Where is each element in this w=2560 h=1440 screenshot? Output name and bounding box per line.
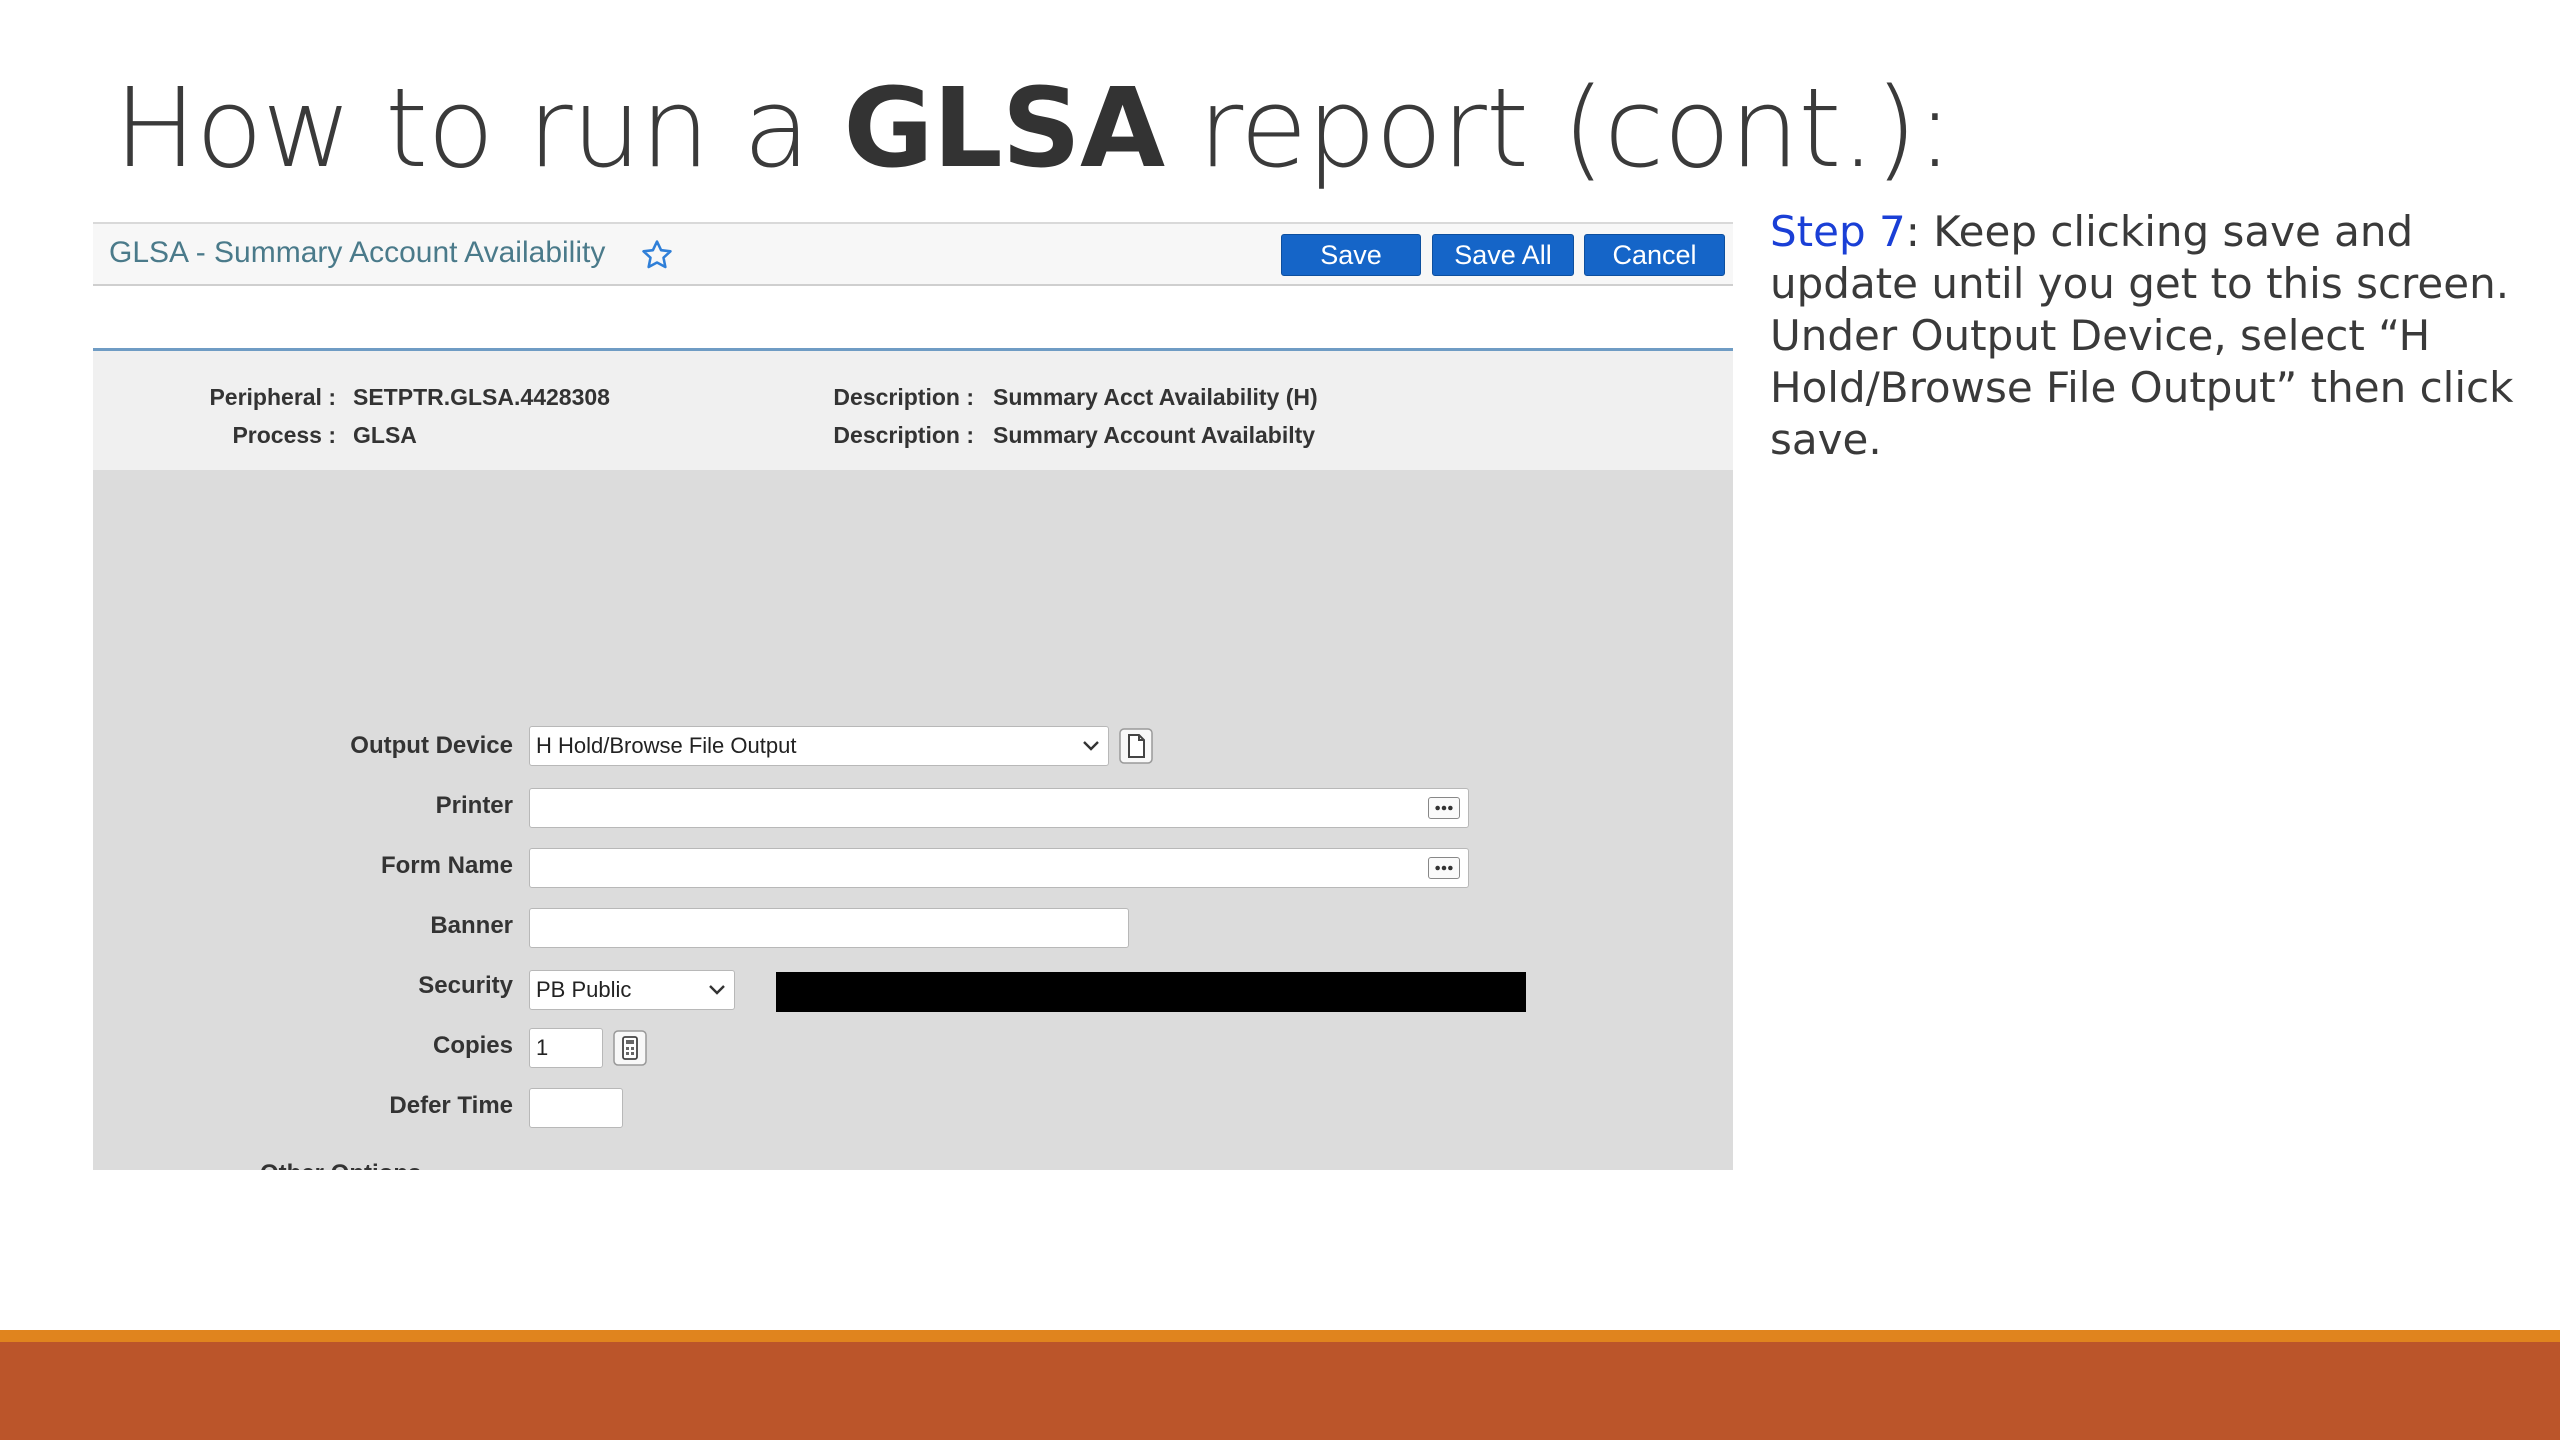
document-icon[interactable] bbox=[1119, 728, 1153, 764]
description2-value: Summary Account Availabilty bbox=[993, 422, 1316, 448]
form-name-label: Form Name bbox=[380, 852, 513, 879]
footer-accent-stripe bbox=[0, 1330, 2560, 1342]
app-screenshot: GLSA - Summary Account Availability Save… bbox=[93, 222, 1733, 1170]
defer-time-input[interactable] bbox=[529, 1088, 623, 1128]
output-device-value: H Hold/Browse File Output bbox=[536, 733, 797, 758]
ellipsis-icon[interactable] bbox=[1428, 797, 1460, 819]
redacted-block bbox=[776, 972, 1526, 1012]
copies-label: Copies bbox=[432, 1032, 513, 1059]
description2-label: Description : bbox=[833, 422, 974, 448]
description1-label: Description : bbox=[833, 384, 974, 410]
output-device-select[interactable]: H Hold/Browse File Output bbox=[529, 726, 1109, 766]
step-instructions: Step 7: Keep clicking save and update un… bbox=[1770, 206, 2530, 466]
printer-label: Printer bbox=[435, 792, 513, 819]
process-label: Process : bbox=[232, 422, 336, 448]
form-name-input[interactable] bbox=[529, 848, 1469, 888]
save-button[interactable]: Save bbox=[1281, 234, 1421, 276]
defer-time-label: Defer Time bbox=[389, 1092, 513, 1119]
security-select[interactable]: PB Public bbox=[529, 970, 735, 1010]
security-label: Security bbox=[418, 972, 513, 999]
banner-input[interactable] bbox=[529, 908, 1129, 948]
printer-input[interactable] bbox=[529, 788, 1469, 828]
copies-value: 1 bbox=[536, 1035, 549, 1060]
peripheral-value: SETPTR.GLSA.4428308 bbox=[353, 384, 610, 410]
banner-label: Banner bbox=[430, 912, 513, 939]
process-value: GLSA bbox=[353, 422, 417, 448]
copies-input[interactable]: 1 bbox=[529, 1028, 603, 1068]
output-form: Output Device H Hold/Browse File Output … bbox=[93, 470, 1733, 1170]
footer-band bbox=[0, 1342, 2560, 1440]
slide-title: How to run a GLSA report (cont.): bbox=[114, 62, 1953, 194]
calculator-icon[interactable] bbox=[613, 1030, 647, 1066]
info-panel: Peripheral : SETPTR.GLSA.4428308 Process… bbox=[93, 351, 1733, 470]
ellipsis-icon[interactable] bbox=[1428, 857, 1460, 879]
security-value: PB Public bbox=[536, 977, 632, 1002]
chevron-down-icon bbox=[1083, 741, 1099, 751]
app-title: GLSA - Summary Account Availability bbox=[109, 236, 606, 269]
peripheral-label: Peripheral : bbox=[209, 384, 336, 410]
other-options-label: Other Options bbox=[260, 1160, 421, 1170]
title-bold: GLSA bbox=[843, 64, 1165, 192]
description1-value: Summary Acct Availability (H) bbox=[993, 384, 1318, 410]
step-label: Step 7 bbox=[1770, 207, 1906, 256]
chevron-down-icon bbox=[709, 985, 725, 995]
save-all-button[interactable]: Save All bbox=[1432, 234, 1574, 276]
cancel-button[interactable]: Cancel bbox=[1584, 234, 1725, 276]
favorite-star-icon[interactable] bbox=[640, 238, 674, 272]
output-device-label: Output Device bbox=[350, 732, 513, 759]
title-pre: How to run a bbox=[114, 64, 844, 192]
app-header: GLSA - Summary Account Availability Save… bbox=[93, 222, 1733, 286]
title-post: report (cont.): bbox=[1164, 64, 1953, 192]
